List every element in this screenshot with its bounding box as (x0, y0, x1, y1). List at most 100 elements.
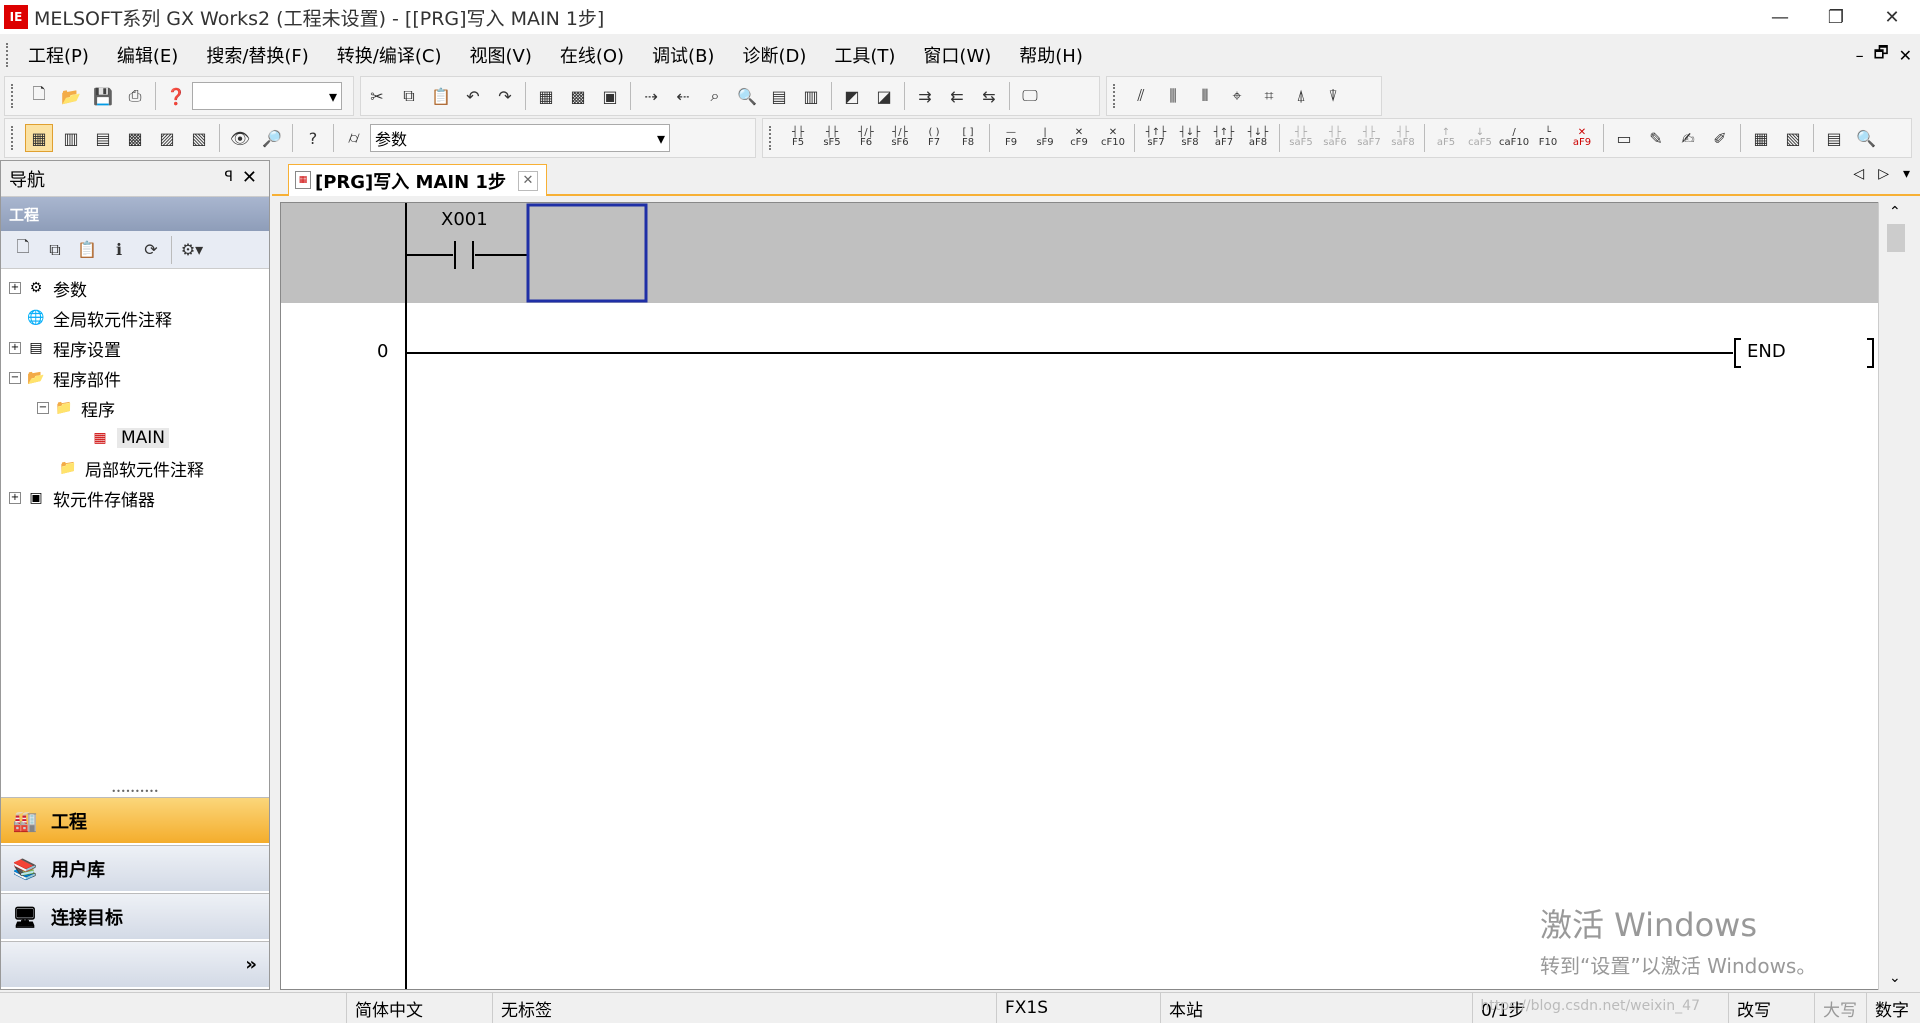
tree-item-local-comment[interactable]: 📁 局部软元件注释 (1, 453, 269, 483)
copy-icon[interactable]: ⧉ (395, 82, 423, 110)
display-icon[interactable]: 🖵 (1016, 82, 1044, 110)
tree-item-global-comment[interactable]: 🌐 全局软元件注释 (1, 303, 269, 333)
nav-more-button[interactable]: » (1, 941, 269, 987)
horizontal-line-button[interactable]: — F9 (996, 124, 1026, 152)
help-circle-icon[interactable]: ? (299, 124, 327, 152)
falling-pulse-button[interactable]: ┤↓├ sF8 (1175, 124, 1205, 152)
pulse-open-branch-button[interactable]: ┤├ saF8 (1388, 124, 1418, 152)
properties-icon[interactable]: ℹ (105, 236, 133, 264)
open-branch-button[interactable]: ┤├ sF5 (817, 124, 847, 152)
delete-horizontal-button[interactable]: ✕ cF9 (1064, 124, 1094, 152)
online-verify-icon[interactable]: ⇆ (975, 82, 1003, 110)
minimize-button[interactable]: — (1752, 0, 1808, 34)
close-branch-button[interactable]: ┤/├ sF6 (885, 124, 915, 152)
tree-item-program-setting[interactable]: + ▤ 程序设置 (1, 333, 269, 363)
read-plc-icon[interactable]: ⇠ (669, 82, 697, 110)
close-button[interactable]: ✕ (1864, 0, 1920, 34)
parts-selection-icon[interactable]: ▥ (57, 124, 85, 152)
toolbar-grip[interactable] (11, 84, 17, 108)
menu-debug[interactable]: 调试(B) (642, 42, 724, 68)
zoom-icon[interactable]: 🔍 (1852, 124, 1880, 152)
tab-list-icon[interactable]: ▾ (1903, 166, 1910, 182)
expand-icon[interactable]: + (9, 282, 21, 294)
pulse-open-button[interactable]: ┤├ saF7 (1354, 124, 1384, 152)
mdi-restore-button[interactable]: 🗗 (1874, 42, 1889, 69)
paste-data-icon[interactable]: 📋 (73, 236, 101, 264)
settings-dropdown-icon[interactable]: ⚙▾ (178, 236, 206, 264)
rising-branch-button[interactable]: ┤↑├ aF7 (1209, 124, 1239, 152)
splitter-grip[interactable]: •••••••••• (1, 787, 269, 797)
instruction-button[interactable]: [ ] F8 (953, 124, 983, 152)
vertical-scrollbar[interactable]: ⌃ ⌄ (1878, 202, 1912, 990)
falling-branch-button[interactable]: ┤↓├ aF8 (1243, 124, 1273, 152)
monitor-icon[interactable]: ▩ (564, 82, 592, 110)
pulse-close-branch-button[interactable]: ┤├ saF6 (1320, 124, 1350, 152)
verify-icon[interactable]: ⌕ (701, 82, 729, 110)
stop-monitor-icon[interactable]: ▥ (797, 82, 825, 110)
delete-line-button[interactable]: ✕ aF9 (1567, 124, 1597, 152)
output-window-icon[interactable]: ▤ (89, 124, 117, 152)
invert-button[interactable]: / caF10 (1499, 124, 1529, 152)
tab-scroll-right-icon[interactable]: ▷ (1878, 166, 1889, 182)
start-monitor-icon[interactable]: ▤ (765, 82, 793, 110)
cell-cursor[interactable] (526, 203, 648, 303)
tab-close-icon[interactable]: ✕ (517, 170, 538, 191)
device-combo[interactable]: ▾ (192, 82, 342, 110)
menu-window[interactable]: 窗口(W) (913, 42, 1001, 68)
copy-data-icon[interactable]: ⧉ (41, 236, 69, 264)
statement-edit-icon[interactable]: ✍ (1674, 124, 1702, 152)
cross-reference-icon[interactable]: ▩ (121, 124, 149, 152)
watch-icon[interactable]: ▧ (185, 124, 213, 152)
convert-icon[interactable]: ▣ (596, 82, 624, 110)
tree-item-parameter[interactable]: + ⚙ 参数 (1, 273, 269, 303)
label-icon[interactable]: ▧ (1779, 124, 1807, 152)
device-test-icon[interactable]: ◩ (838, 82, 866, 110)
simulation-stop-icon[interactable]: ⍒ (1319, 82, 1347, 110)
menu-online[interactable]: 在线(O) (550, 42, 634, 68)
operation-rising-button[interactable]: ↑ aF5 (1431, 124, 1461, 152)
search-icon[interactable]: 🔍 (733, 82, 761, 110)
print-icon[interactable]: ⎙ (121, 82, 149, 110)
maximize-button[interactable]: ❐ (1808, 0, 1864, 34)
sampling-icon[interactable]: ⌗ (1255, 82, 1283, 110)
cut-icon[interactable]: ✂ (363, 82, 391, 110)
device-use-list-icon[interactable]: ▨ (153, 124, 181, 152)
delete-vertical-button[interactable]: ✕ cF10 (1098, 124, 1128, 152)
vertical-line-button[interactable]: | sF9 (1030, 124, 1060, 152)
save-icon[interactable]: 💾 (89, 82, 117, 110)
menu-project[interactable]: 工程(P) (18, 42, 99, 68)
scroll-thumb[interactable] (1887, 224, 1905, 252)
watch-register-icon[interactable]: 👁 (226, 124, 254, 152)
comment-edit-icon[interactable]: ✎ (1642, 124, 1670, 152)
nav-tab-connection[interactable]: 🖥 连接目标 (1, 893, 269, 939)
menu-view[interactable]: 视图(V) (459, 42, 541, 68)
new-data-icon[interactable]: 🗋 (9, 236, 37, 264)
menu-tools[interactable]: 工具(T) (824, 42, 905, 68)
menu-compile[interactable]: 转换/编译(C) (327, 42, 452, 68)
device-comment-icon[interactable]: ▦ (1747, 124, 1775, 152)
step-run-icon[interactable]: ⫽ (1127, 82, 1155, 110)
tab-main-program[interactable]: ▦ [PRG]写入 MAIN 1步 ✕ (288, 164, 547, 196)
tab-scroll-left-icon[interactable]: ◁ (1853, 166, 1864, 182)
redo-icon[interactable]: ↷ (491, 82, 519, 110)
undo-icon[interactable]: ↶ (459, 82, 487, 110)
close-contact-button[interactable]: ┤/├ F6 (851, 124, 881, 152)
help-icon[interactable]: ❓ (162, 82, 190, 110)
tree-item-program[interactable]: − 📁 程序 (1, 393, 269, 423)
open-contact-button[interactable]: ┤├ F5 (783, 124, 813, 152)
note-edit-icon[interactable]: ✐ (1706, 124, 1734, 152)
find-device-icon[interactable]: 🔎 (258, 124, 286, 152)
collapse-icon[interactable]: − (9, 372, 21, 384)
binoculars-icon[interactable]: ⌭ (340, 124, 368, 152)
tree-item-main[interactable]: ▦ MAIN (1, 423, 269, 453)
menu-diagnostics[interactable]: 诊断(D) (732, 42, 816, 68)
online-write-icon[interactable]: ⇉ (911, 82, 939, 110)
coil-button[interactable]: ( ) F7 (919, 124, 949, 152)
menu-help[interactable]: 帮助(H) (1009, 42, 1093, 68)
nav-tab-library[interactable]: 📚 用户库 (1, 845, 269, 891)
parameter-combo[interactable]: 参数 ▾ (370, 124, 670, 152)
simulation-start-icon[interactable]: ⍋ (1287, 82, 1315, 110)
scroll-down-icon[interactable]: ⌄ (1889, 970, 1901, 986)
expand-icon[interactable]: + (9, 492, 21, 504)
menu-edit[interactable]: 编辑(E) (107, 42, 188, 68)
